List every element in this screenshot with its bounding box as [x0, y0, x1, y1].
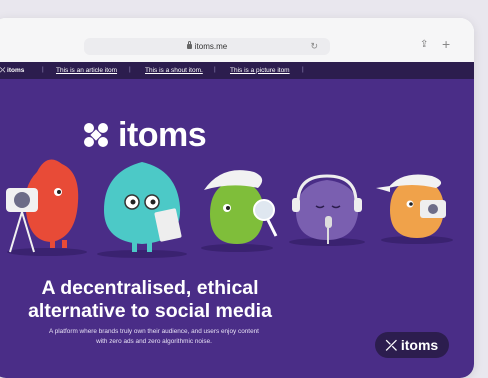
purple-character-icon — [292, 174, 362, 244]
share-icon[interactable]: ⇪ — [420, 39, 428, 50]
lock-icon — [186, 41, 192, 49]
itoms-badge-button[interactable]: ⤫ itoms — [375, 332, 449, 358]
web-page: ⤫ itoms | This is an article itom | This… — [0, 62, 474, 378]
top-nav: ⤫ itoms | This is an article itom | This… — [0, 62, 474, 79]
nav-link-article[interactable]: This is an article itom — [56, 67, 117, 74]
reload-icon[interactable]: ↻ — [310, 38, 318, 55]
browser-toolbar: itoms.me ↻ ⇪ + — [0, 18, 474, 63]
nav-separator: | — [214, 66, 216, 73]
nav-link-shout[interactable]: This is a shout itom. — [145, 67, 203, 74]
browser-window: itoms.me ↻ ⇪ + ⤫ itoms | This is an arti… — [0, 18, 474, 378]
hero-subtext: A platform where brands truly own their … — [49, 328, 259, 345]
nav-separator: | — [302, 66, 304, 73]
red-character-icon — [6, 159, 79, 253]
plus-icon[interactable]: + — [442, 36, 450, 52]
hero-headline: A decentralised, ethical alternative to … — [28, 277, 272, 322]
nav-separator: | — [129, 66, 131, 73]
nav-link-picture[interactable]: This is a picture itom — [230, 67, 290, 74]
mascot-illustration — [6, 159, 453, 258]
teal-character-icon — [104, 162, 182, 252]
address-bar[interactable]: itoms.me ↻ — [84, 38, 330, 55]
url-text: itoms.me — [194, 42, 228, 51]
nav-separator: | — [42, 66, 44, 73]
green-character-icon — [204, 170, 278, 244]
orange-character-icon — [376, 174, 446, 238]
nav-logo[interactable]: ⤫ itoms — [0, 67, 24, 75]
